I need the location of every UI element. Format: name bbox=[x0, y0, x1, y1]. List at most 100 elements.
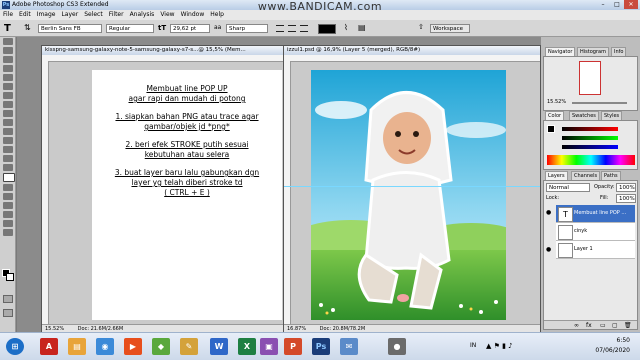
layer-row-layer1[interactable]: Layer 1 bbox=[556, 241, 635, 259]
text-color-swatch[interactable] bbox=[318, 24, 336, 34]
document-title-text[interactable]: kisspng-samsung-galaxy-note-5-samsung-ga… bbox=[42, 46, 286, 55]
new-group-icon[interactable]: ▭ bbox=[600, 322, 606, 329]
red-slider[interactable] bbox=[562, 127, 618, 131]
eye-icon[interactable] bbox=[546, 228, 554, 236]
navigator-zoom[interactable]: 15.52% bbox=[547, 99, 566, 105]
anti-alias-select[interactable]: Sharp bbox=[226, 24, 268, 33]
eraser-tool-icon[interactable] bbox=[3, 128, 13, 135]
gradient-tool-icon[interactable] bbox=[3, 137, 13, 144]
layer-name[interactable]: Layer 1 bbox=[574, 246, 593, 252]
layer-row-text[interactable]: T Membuat line POP ... bbox=[556, 205, 635, 223]
menu-layer[interactable]: Layer bbox=[58, 10, 81, 19]
new-layer-icon[interactable]: ▢ bbox=[612, 322, 618, 329]
canvas-photo[interactable] bbox=[311, 70, 506, 320]
healing-brush-tool-icon[interactable] bbox=[3, 92, 13, 99]
eyedropper-tool-icon[interactable] bbox=[3, 211, 13, 218]
crop-tool-icon[interactable] bbox=[3, 74, 13, 81]
menu-filter[interactable]: Filter bbox=[106, 10, 127, 19]
workspace-arrow-icon[interactable]: ⇧ bbox=[418, 23, 426, 31]
paint-app-icon[interactable]: ✎ bbox=[180, 338, 198, 355]
menu-select[interactable]: Select bbox=[81, 10, 106, 19]
close-button[interactable]: ✕ bbox=[624, 0, 638, 9]
maximize-button[interactable]: □ bbox=[610, 0, 624, 9]
file-explorer-icon[interactable]: ▤ bbox=[68, 338, 86, 355]
workspace-button[interactable]: Workspace bbox=[430, 24, 470, 33]
character-panel-icon[interactable]: ▤ bbox=[358, 23, 368, 33]
shape-tool-icon[interactable] bbox=[3, 193, 13, 200]
type-tool-icon[interactable] bbox=[3, 173, 15, 182]
menu-view[interactable]: View bbox=[157, 10, 177, 19]
screen-mode-icon[interactable] bbox=[3, 309, 13, 317]
clock-time[interactable]: 6:50 bbox=[590, 337, 630, 344]
language-indicator[interactable]: IN bbox=[470, 342, 476, 349]
menu-window[interactable]: Window bbox=[178, 10, 208, 19]
clock-date[interactable]: 07/06/2020 bbox=[590, 347, 630, 354]
trash-icon[interactable]: 🗑 bbox=[624, 322, 632, 329]
start-button-icon[interactable]: ⊞ bbox=[6, 338, 24, 355]
pen-tool-icon[interactable] bbox=[3, 164, 13, 171]
move-tool-icon[interactable] bbox=[3, 38, 13, 45]
navigator-zoom-slider[interactable] bbox=[572, 102, 627, 104]
system-tray-icons[interactable]: ▲ ⚑ ▮ ♪ bbox=[486, 342, 513, 350]
color-spectrum-bar[interactable] bbox=[547, 155, 635, 165]
menu-image[interactable]: Image bbox=[34, 10, 59, 19]
hand-tool-icon[interactable] bbox=[3, 220, 13, 227]
document-window-photo[interactable]: izzul1.psd @ 16,9% (Layer 5 (merged), RG… bbox=[283, 45, 541, 335]
font-style-select[interactable]: Regular bbox=[106, 24, 154, 33]
text-orientation-icon[interactable]: ⇅ bbox=[24, 23, 34, 34]
opacity-field[interactable]: 100% bbox=[616, 183, 636, 192]
brush-tool-icon[interactable] bbox=[3, 101, 13, 108]
fill-field[interactable]: 100% bbox=[616, 194, 636, 203]
align-center-icon[interactable] bbox=[288, 25, 296, 32]
layer-name[interactable]: cinyk bbox=[574, 228, 587, 234]
slice-tool-icon[interactable] bbox=[3, 83, 13, 90]
zoom-tool-icon[interactable] bbox=[3, 229, 13, 236]
document-title-photo[interactable]: izzul1.psd @ 16,9% (Layer 5 (merged), RG… bbox=[284, 46, 540, 55]
link-layers-icon[interactable]: ∞ bbox=[574, 322, 579, 329]
align-left-icon[interactable] bbox=[276, 25, 284, 32]
eye-icon[interactable]: ● bbox=[546, 209, 554, 217]
blend-mode-select[interactable]: Normal bbox=[546, 183, 590, 192]
app-icon-blue[interactable]: ◉ bbox=[96, 338, 114, 355]
marquee-tool-icon[interactable] bbox=[3, 47, 13, 54]
warp-text-icon[interactable]: ⌇ bbox=[344, 23, 354, 33]
media-player-icon[interactable]: ▶ bbox=[124, 338, 142, 355]
pdf-reader-icon[interactable]: A bbox=[40, 338, 58, 355]
excel-icon[interactable]: X bbox=[238, 338, 256, 355]
layer-name[interactable]: Membuat line POP ... bbox=[574, 210, 626, 216]
photoshop-taskbar-icon[interactable]: Ps bbox=[312, 338, 330, 355]
menu-file[interactable]: File bbox=[0, 10, 16, 19]
app-icon-light-blue[interactable]: ✉ bbox=[340, 338, 358, 355]
blur-tool-icon[interactable] bbox=[3, 146, 13, 153]
lasso-tool-icon[interactable] bbox=[3, 56, 13, 63]
app-icon-green[interactable]: ◆ bbox=[152, 338, 170, 355]
minimize-button[interactable]: – bbox=[596, 0, 610, 9]
eye-icon[interactable]: ● bbox=[546, 246, 554, 254]
type-tool-icon[interactable]: T bbox=[4, 23, 14, 34]
layer-row-cinyk[interactable]: cinyk bbox=[556, 223, 635, 241]
quick-mask-icon[interactable] bbox=[3, 295, 13, 303]
layer-style-icon[interactable]: fx bbox=[586, 322, 592, 329]
bandicam-icon[interactable]: ● bbox=[388, 338, 406, 355]
document-window-text[interactable]: kisspng-samsung-galaxy-note-5-samsung-ga… bbox=[41, 45, 287, 335]
magic-wand-tool-icon[interactable] bbox=[3, 65, 13, 72]
navigator-thumbnail[interactable] bbox=[579, 61, 601, 95]
clone-stamp-tool-icon[interactable] bbox=[3, 110, 13, 117]
menu-edit[interactable]: Edit bbox=[16, 10, 34, 19]
guide-line[interactable] bbox=[284, 186, 540, 187]
align-right-icon[interactable] bbox=[300, 25, 308, 32]
blue-slider[interactable] bbox=[562, 145, 618, 149]
history-brush-tool-icon[interactable] bbox=[3, 119, 13, 126]
background-color-swatch[interactable] bbox=[6, 273, 14, 281]
green-slider[interactable] bbox=[562, 136, 618, 140]
color-foreground-swatch[interactable] bbox=[547, 125, 555, 133]
font-size-field[interactable]: 29,62 pt bbox=[170, 24, 210, 33]
menu-help[interactable]: Help bbox=[207, 10, 227, 19]
word-icon[interactable]: W bbox=[210, 338, 228, 355]
canvas-text[interactable]: Membuat line POP UP agar rapi dan mudah … bbox=[92, 70, 282, 320]
powerpoint-icon[interactable]: P bbox=[284, 338, 302, 355]
app-icon-purple[interactable]: ▣ bbox=[260, 338, 278, 355]
path-selection-tool-icon[interactable] bbox=[3, 184, 13, 191]
menu-analysis[interactable]: Analysis bbox=[127, 10, 158, 19]
dodge-tool-icon[interactable] bbox=[3, 155, 13, 162]
